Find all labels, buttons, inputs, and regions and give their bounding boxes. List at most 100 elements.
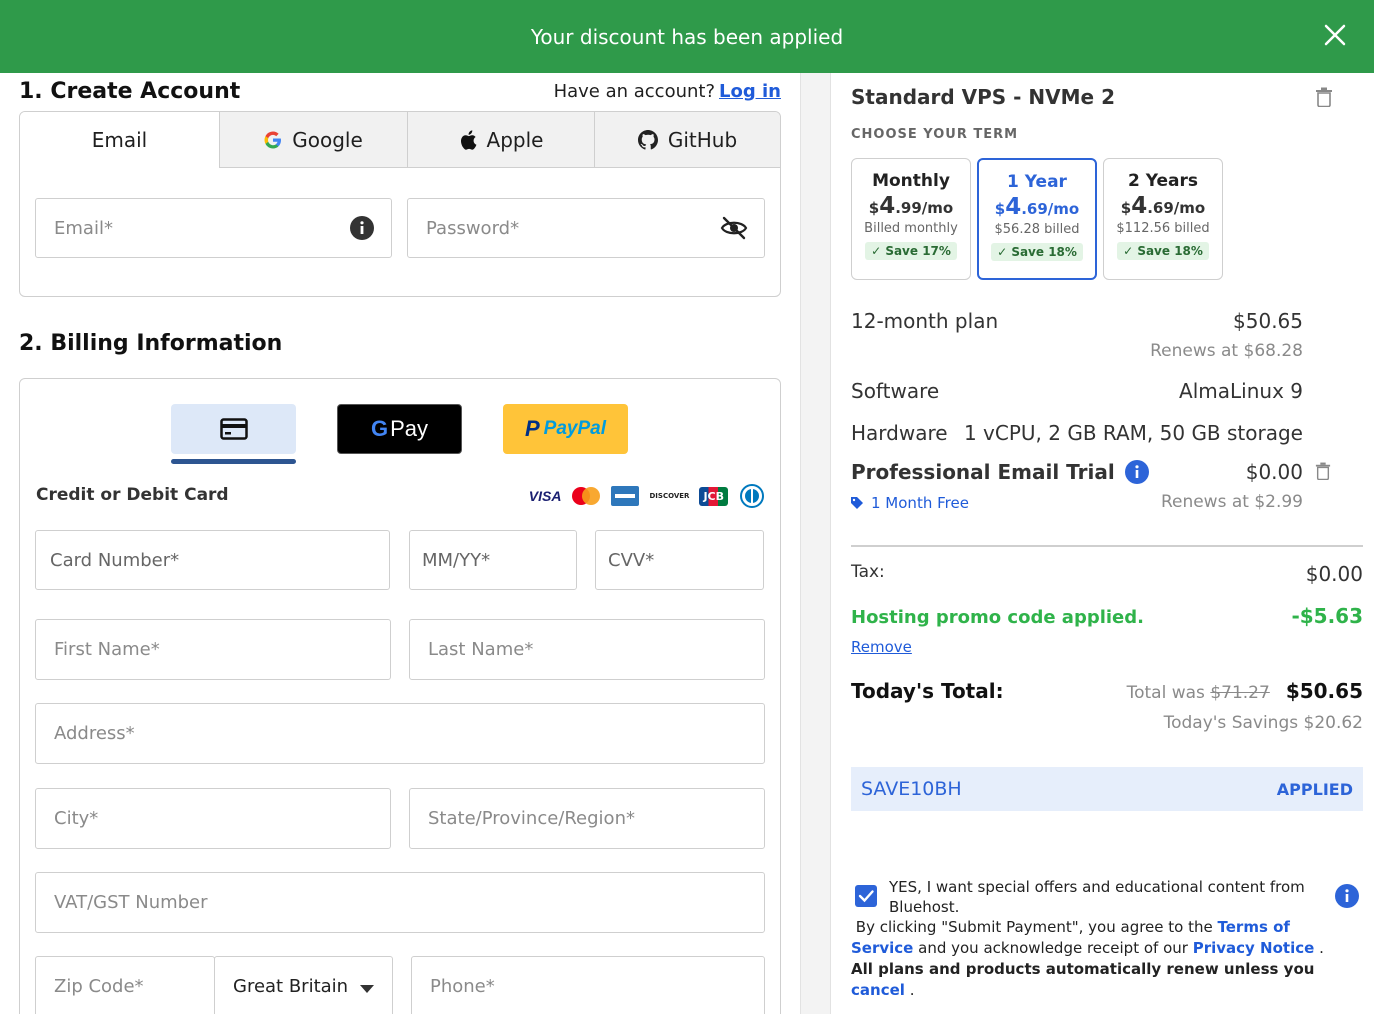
city-field[interactable]: City* (35, 788, 391, 849)
tab-email[interactable]: Email (20, 112, 219, 168)
last-name-placeholder: Last Name* (428, 639, 534, 660)
visa-logo: VISA (528, 488, 562, 504)
paypal-button[interactable]: P PayPal (503, 404, 628, 454)
banner-message: Your discount has been applied (530, 24, 844, 49)
term-name: 1 Year (1007, 172, 1067, 192)
discover-logo: DISCOVER (649, 492, 690, 500)
password-field[interactable]: Password* (407, 198, 765, 258)
zip-field[interactable]: Zip Code* (35, 956, 215, 1014)
tax-row: Tax: $0.00 (851, 562, 1363, 586)
term-monthly[interactable]: Monthly $4.99/mo Billed monthly ✓ Save 1… (851, 158, 971, 280)
phone-field[interactable]: Phone* (411, 956, 765, 1014)
credit-card-icon (219, 418, 248, 440)
info-icon[interactable] (1335, 884, 1359, 908)
term-billed: $56.28 billed (994, 222, 1080, 237)
cvv-placeholder: CVV* (608, 549, 655, 571)
software-label: Software (851, 379, 940, 403)
coupon-box: SAVE10BH APPLIED (851, 767, 1363, 811)
mastercard-logo (572, 487, 601, 505)
free-month-tag: 1 Month Free (851, 494, 969, 512)
plan-row-value: $50.65 (1233, 309, 1303, 333)
term-2-years[interactable]: 2 Years $4.69/mo $112.56 billed ✓ Save 1… (1103, 158, 1223, 280)
tag-icon (851, 497, 863, 509)
paypal-label: PayPal (543, 418, 606, 439)
google-icon (264, 131, 282, 148)
plan-row-label: 12-month plan (851, 309, 999, 333)
github-icon (637, 129, 658, 150)
close-icon[interactable] (1322, 22, 1348, 48)
legal-text: By clicking "Submit Payment", you agree … (851, 918, 1324, 999)
last-name-field[interactable]: Last Name* (409, 619, 765, 680)
address-field[interactable]: Address* (35, 703, 765, 764)
tax-label: Tax: (851, 562, 885, 582)
first-name-field[interactable]: First Name* (35, 619, 391, 680)
tab-apple[interactable]: Apple (407, 112, 594, 168)
save-badge: ✓ Save 18% (1117, 242, 1209, 260)
term-price: $4.99/mo (868, 193, 954, 219)
plan-row: 12-month plan $50.65 (851, 309, 1303, 333)
remove-promo-link[interactable]: Remove (851, 638, 912, 656)
save-badge: ✓ Save 17% (865, 242, 957, 260)
cvv-field[interactable]: CVV* (595, 530, 764, 590)
account-box: Email Google Apple GitHub Email* Passwor… (19, 111, 781, 297)
trash-icon[interactable] (1315, 462, 1331, 480)
software-value: AlmaLinux 9 (1179, 379, 1303, 403)
tax-value: $0.00 (1305, 562, 1363, 586)
phone-placeholder: Phone* (430, 976, 495, 997)
expiry-field[interactable]: MM/YY* (409, 530, 577, 590)
card-logos: VISA DISCOVER JCB (529, 484, 766, 508)
state-field[interactable]: State/Province/Region* (409, 788, 765, 849)
privacy-notice-link[interactable]: Privacy Notice (1193, 939, 1315, 957)
have-account-label: Have an account? (553, 81, 716, 102)
info-icon[interactable] (1124, 460, 1149, 484)
coupon-code: SAVE10BH (861, 778, 962, 800)
info-icon[interactable] (349, 215, 375, 241)
vat-field[interactable]: VAT/GST Number (35, 872, 765, 933)
zip-placeholder: Zip Code* (54, 976, 144, 997)
hardware-label: Hardware (851, 421, 948, 445)
term-label: CHOOSE YOUR TERM (851, 127, 1019, 142)
term-billed: Billed monthly (864, 221, 958, 236)
city-placeholder: City* (54, 808, 99, 829)
tab-apple-label: Apple (486, 127, 544, 152)
save-badge: ✓ Save 18% (991, 243, 1083, 261)
total-values: Total was $71.27 $50.65 (1127, 679, 1363, 703)
term-1-year[interactable]: 1 Year $4.69/mo $56.28 billed ✓ Save 18% (977, 158, 1097, 280)
billing-heading: 2. Billing Information (19, 331, 283, 356)
gpay-label: Pay (390, 416, 429, 441)
login-link[interactable]: Log in (719, 81, 781, 102)
plan-renews: Renews at $68.28 (1150, 341, 1303, 361)
trash-icon[interactable] (1315, 87, 1333, 107)
tab-email-label: Email (91, 128, 148, 152)
divider-line (851, 545, 1363, 547)
eye-off-icon[interactable] (720, 216, 748, 240)
tab-github[interactable]: GitHub (594, 112, 780, 168)
google-g-icon: G (370, 416, 389, 441)
card-tab-indicator (171, 459, 296, 464)
expiry-placeholder: MM/YY* (422, 549, 491, 571)
chevron-down-icon (360, 985, 374, 993)
tab-google[interactable]: Google (219, 112, 407, 168)
gpay-button[interactable]: G Pay (337, 404, 462, 454)
term-billed: $112.56 billed (1116, 221, 1210, 236)
offers-checkbox[interactable] (855, 885, 877, 907)
hardware-row: Hardware 1 vCPU, 2 GB RAM, 50 GB storage (851, 421, 1303, 445)
free-month-label: 1 Month Free (871, 494, 969, 512)
term-name: 2 Years (1127, 171, 1198, 191)
total-was: Total was $71.27 (1126, 683, 1270, 703)
checkmark-icon (858, 890, 874, 903)
card-number-field[interactable]: Card Number* (35, 530, 390, 590)
term-price: $4.69/mo (994, 194, 1080, 220)
card-pay-button[interactable] (171, 404, 296, 454)
email-field[interactable]: Email* (35, 198, 392, 258)
checkout-form: 1. Create Account Have an account? Log in… (0, 73, 800, 1014)
cancel-link[interactable]: cancel (851, 981, 905, 999)
total-label: Today's Total: (851, 679, 1004, 703)
credit-card-label: Credit or Debit Card (36, 485, 229, 505)
country-value: Great Britain (233, 976, 349, 997)
term-price: $4.69/mo (1120, 193, 1206, 219)
column-divider (800, 73, 831, 1014)
promo-label: Hosting promo code applied. (851, 607, 1144, 628)
country-select[interactable]: Great Britain (214, 956, 393, 1014)
address-placeholder: Address* (54, 723, 135, 744)
